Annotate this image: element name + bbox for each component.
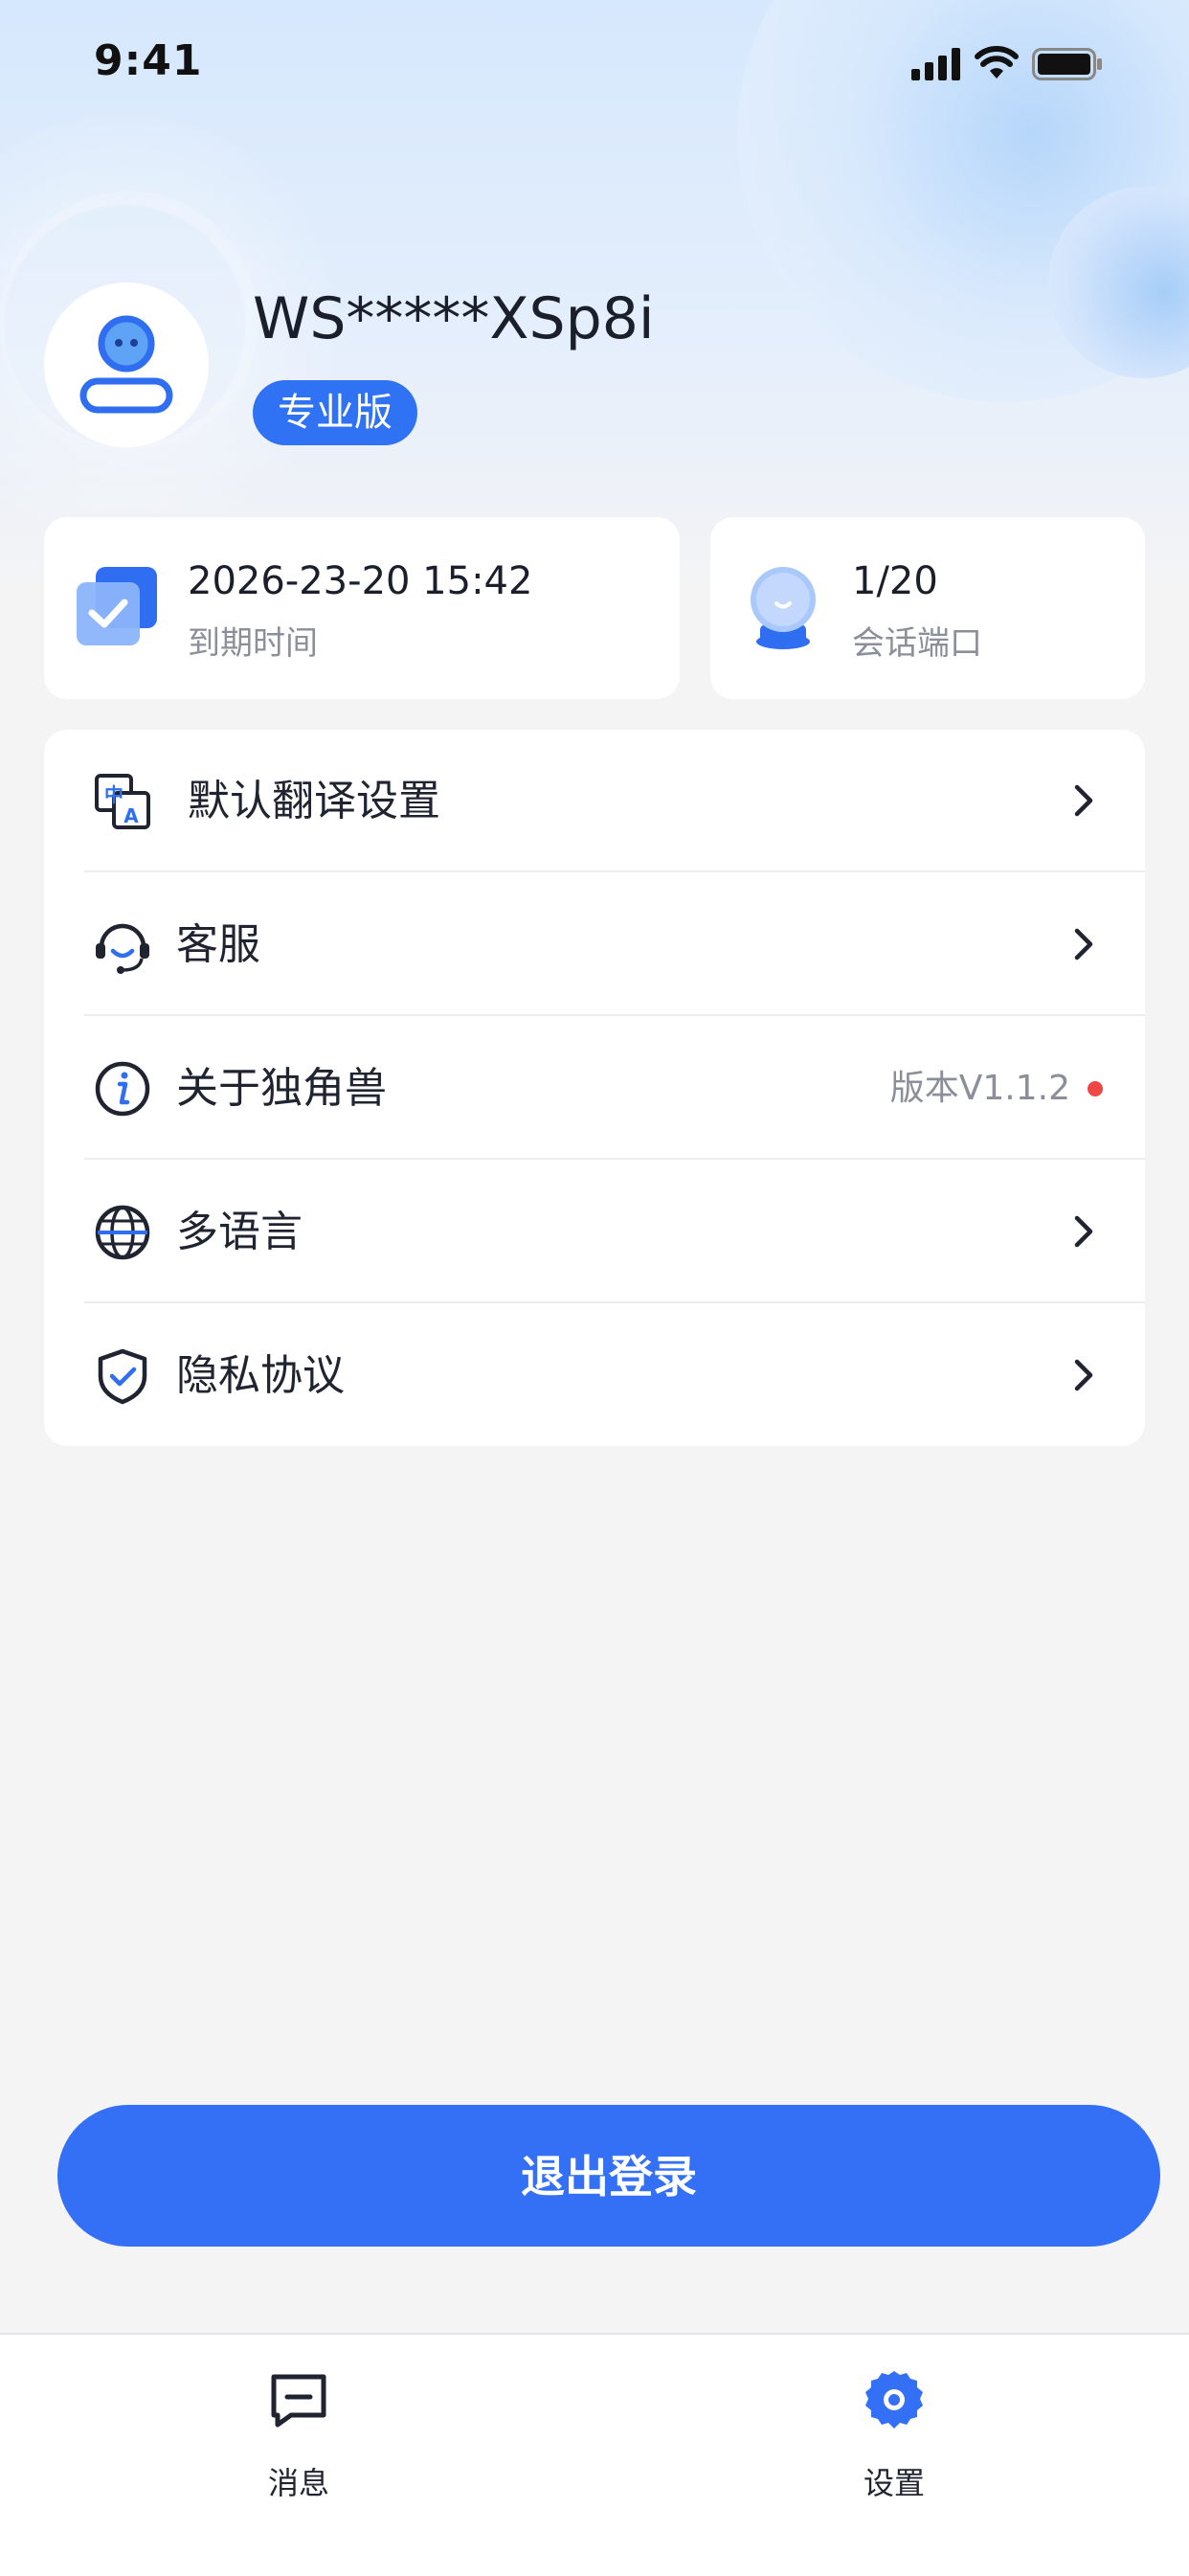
- tab-settings[interactable]: 设置: [751, 2335, 1038, 2526]
- version-text: 版本V1.1.2: [889, 1069, 1070, 1108]
- avatar[interactable]: [44, 282, 209, 447]
- session-value: 1/20: [852, 559, 938, 603]
- menu-item-label: 多语言: [176, 1208, 303, 1256]
- signal-icon: [911, 48, 960, 80]
- expiry-card: 2026-23-20 15:42 到期时间: [44, 517, 680, 699]
- tab-label: 设置: [863, 2465, 925, 2501]
- menu-item-label: 默认翻译设置: [188, 777, 440, 825]
- settings-gear-icon: [865, 2371, 923, 2429]
- session-label: 会话端口: [852, 624, 982, 663]
- menu-item-label: 客服: [176, 920, 260, 969]
- expiry-label: 到期时间: [188, 624, 318, 663]
- status-bar: 9:41: [0, 0, 1189, 134]
- session-port-icon: [751, 567, 816, 649]
- divider: [84, 870, 1145, 872]
- menu-item-translation[interactable]: 中 A 默认翻译设置: [44, 730, 1145, 872]
- headset-icon: [96, 923, 149, 974]
- divider: [84, 1014, 1145, 1016]
- tab-messages[interactable]: 消息: [155, 2335, 442, 2526]
- tab-label: 消息: [267, 2465, 329, 2501]
- expiry-value: 2026-23-20 15:42: [188, 559, 533, 603]
- menu-item-label: 隐私协议: [176, 1351, 345, 1400]
- menu-item-about[interactable]: 关于独角兽 版本V1.1.2: [44, 1017, 1145, 1160]
- user-avatar-icon: [79, 315, 173, 414]
- info-icon: [95, 1061, 150, 1117]
- chevron-right-icon: [1074, 1359, 1093, 1391]
- session-card: 1/20 会话端口: [710, 517, 1145, 699]
- menu-item-customer-service[interactable]: 客服: [44, 873, 1145, 1016]
- wifi-icon: [975, 46, 1019, 79]
- chevron-right-icon: [1074, 1215, 1093, 1248]
- chevron-right-icon: [1074, 784, 1093, 817]
- update-dot: [1088, 1081, 1103, 1096]
- globe-icon: [95, 1205, 150, 1260]
- username: WS*****XSp8i: [253, 285, 655, 352]
- translate-icon: 中 A: [95, 774, 150, 829]
- calendar-check-icon: [77, 567, 157, 645]
- chevron-right-icon: [1074, 928, 1093, 960]
- menu-item-label: 关于独角兽: [176, 1064, 387, 1113]
- shield-check-icon: [98, 1348, 147, 1405]
- svg-text:A: A: [123, 804, 139, 827]
- battery-icon: [1032, 48, 1102, 80]
- divider: [84, 1158, 1145, 1160]
- logout-button[interactable]: 退出登录: [57, 2105, 1160, 2247]
- menu-item-privacy[interactable]: 隐私协议: [44, 1304, 1145, 1447]
- divider: [84, 1301, 1145, 1303]
- settings-menu: 中 A 默认翻译设置 客服 关于独角兽 版本V1.1.2 多语言 隐私协议: [44, 730, 1145, 1446]
- message-icon: [271, 2374, 326, 2428]
- svg-text:中: 中: [104, 783, 123, 806]
- menu-item-language[interactable]: 多语言: [44, 1161, 1145, 1303]
- tab-bar: 消息 设置: [0, 2333, 1189, 2576]
- plan-badge: 专业版: [253, 380, 417, 445]
- status-time: 9:41: [94, 36, 203, 85]
